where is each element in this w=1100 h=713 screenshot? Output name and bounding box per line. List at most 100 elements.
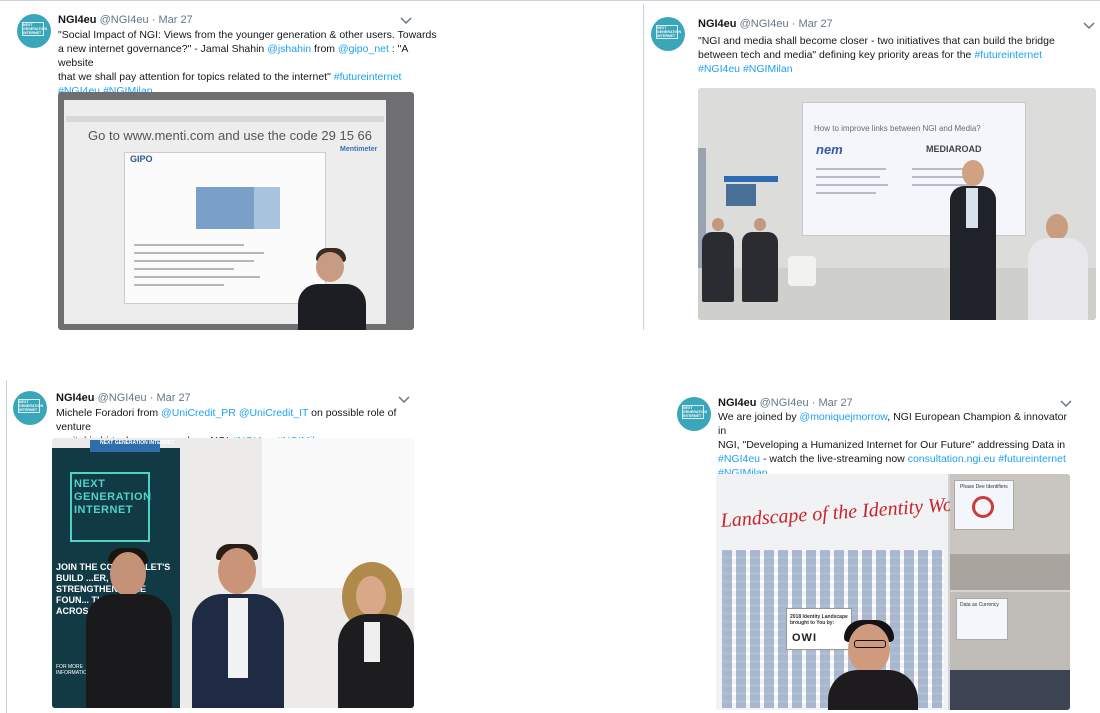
panelist-body — [86, 594, 172, 708]
tweet-text-line: that we shall pay attention for topics r… — [58, 70, 438, 84]
panelist-body — [702, 232, 734, 302]
slide-text-line — [816, 192, 876, 194]
browser-bar — [66, 116, 384, 122]
tweet-text-segment: - watch the live-streaming now — [760, 453, 908, 465]
tweet-text-line: Michele Foradori from @UniCredit_PR @Uni… — [56, 406, 426, 434]
header-separator: · — [788, 18, 799, 30]
page-graphic — [196, 187, 254, 229]
slide-text-line — [816, 184, 888, 186]
speaker-body — [298, 284, 366, 330]
tweet-text-line: NGI, "Developing a Humanized Internet fo… — [718, 438, 1068, 452]
avatar-logo-text: NEXT GENERATION INTERNET — [683, 406, 708, 418]
panelist-head — [356, 576, 386, 616]
tweet-link[interactable]: @UniCredit_PR — [161, 407, 236, 419]
page-text-line — [134, 268, 234, 270]
author-name[interactable]: NGI4eu — [698, 18, 737, 30]
room-audience — [950, 554, 1070, 590]
tweet-photo[interactable]: How to improve links between NGI and Med… — [698, 88, 1096, 320]
author-handle[interactable]: @NGI4eu — [740, 18, 789, 30]
avatar[interactable]: NEXT GENERATION INTERNET — [651, 17, 685, 51]
tweet-text-line: between tech and media" defining key pri… — [698, 48, 1088, 62]
tweet-link[interactable]: #NGI4eu — [718, 453, 760, 465]
avatar[interactable]: NEXT GENERATION INTERNET — [13, 391, 47, 425]
tweet-text-line: We are joined by @moniquejmorrow, NGI Eu… — [718, 410, 1068, 438]
tweet-header: NGI4eu @NGI4eu · Mar 27 — [718, 397, 853, 409]
tweet-text-segment: We are joined by — [718, 411, 800, 423]
tweet-link[interactable]: #futureinternet — [998, 453, 1066, 465]
tweet-text: "Social Impact of NGI: Views from the yo… — [58, 28, 438, 98]
tweet-link[interactable]: @jshahin — [267, 43, 311, 55]
author-name[interactable]: NGI4eu — [58, 14, 97, 26]
page-text-line — [134, 244, 244, 246]
tweet-link[interactable]: consultation.ngi.eu — [908, 453, 996, 465]
tweet-text-segment: NGI, "Developing a Humanized Internet fo… — [718, 439, 1066, 451]
author-handle[interactable]: @NGI4eu — [760, 397, 809, 409]
page-text-line — [134, 284, 224, 286]
owi-logo: OWI — [792, 632, 817, 644]
panelist-head — [110, 552, 146, 596]
tweet-text: "NGI and media shall become closer - two… — [698, 34, 1088, 76]
header-separator: · — [146, 392, 157, 404]
attendee-head — [1046, 214, 1068, 240]
tweet-link[interactable]: #futureinternet — [974, 49, 1042, 61]
avatar-logo-text: NEXT GENERATION INTERNET — [23, 23, 48, 35]
author-handle[interactable]: @NGI4eu — [98, 392, 147, 404]
tweet-link[interactable]: @gipo_net — [338, 43, 389, 55]
stage-chair — [788, 256, 816, 286]
tweet-link[interactable]: #NGI4eu #NGIMilan — [698, 63, 793, 75]
tweet-text-line: #NGI4eu - watch the live-streaming now c… — [718, 452, 1068, 466]
slide-text-line — [912, 176, 968, 178]
gipo-logo: GIPO — [130, 154, 153, 164]
page-text-line — [134, 260, 254, 262]
tweet-link[interactable]: #futureinternet — [334, 71, 402, 83]
stage-banner — [724, 176, 778, 182]
tweet-link[interactable]: @moniquejmorrow — [800, 411, 888, 423]
avatar[interactable]: NEXT GENERATION INTERNET — [677, 397, 711, 431]
speaker-head — [316, 252, 344, 282]
author-handle[interactable]: @NGI4eu — [100, 14, 149, 26]
avatar-logo-text: NEXT GENERATION INTERNET — [19, 400, 44, 412]
speaker-head — [962, 160, 984, 186]
tweet-text-segment: "NGI and media shall become closer - two… — [698, 35, 1055, 47]
author-name[interactable]: NGI4eu — [56, 392, 95, 404]
tweet-date[interactable]: Mar 27 — [818, 397, 852, 409]
tweet-date[interactable]: Mar 27 — [156, 392, 190, 404]
speaker-glasses — [854, 640, 886, 648]
tweet-text-segment: a new internet governance?" - Jamal Shah… — [58, 43, 268, 55]
tweet-text-segment: between tech and media" defining key pri… — [698, 49, 975, 61]
speaker-body — [828, 670, 918, 710]
speaker-shirt — [966, 188, 978, 228]
room-audience — [950, 670, 1070, 710]
avatar[interactable]: NEXT GENERATION INTERNET — [17, 14, 51, 48]
tweet-photo[interactable]: NEXT GENERATION INTERNET NEXT GENERATION… — [52, 438, 414, 708]
tweet-photo[interactable]: Landscape of the Identity World 2018 Ide… — [716, 474, 1070, 710]
tweet-text-segment: Michele Foradori from — [56, 407, 162, 419]
mediaroad-logo: MEDIAROAD — [926, 144, 982, 154]
nem-logo: nem — [816, 142, 843, 157]
tweet-date[interactable]: Mar 27 — [158, 14, 192, 26]
avatar-logo-text: NEXT GENERATION INTERNET — [657, 26, 682, 38]
tweet-text-line: "Social Impact of NGI: Views from the yo… — [58, 28, 438, 42]
tweet-link[interactable]: @UniCredit_IT — [239, 407, 308, 419]
slide-title: How to improve links between NGI and Med… — [814, 124, 981, 133]
panelist-head — [754, 218, 766, 231]
tweet-date[interactable]: Mar 27 — [798, 18, 832, 30]
tweet-text-line: "NGI and media shall become closer - two… — [698, 34, 1088, 48]
page-text-line — [134, 252, 264, 254]
stage-banner — [726, 184, 756, 206]
page-text-line — [134, 276, 260, 278]
page-graphic — [254, 187, 280, 229]
tweet-text-line: #NGI4eu #NGIMilan — [698, 62, 1088, 76]
chevron-down-icon[interactable] — [1083, 22, 1097, 34]
panelist-body — [742, 232, 778, 302]
frame-left-border — [6, 380, 7, 713]
panelist-shirt — [228, 598, 248, 678]
tweet-header: NGI4eu @NGI4eu · Mar 27 — [56, 392, 191, 404]
tweet-photo[interactable]: Go to www.menti.com and use the code 29 … — [58, 92, 414, 330]
screen-instruction-text: Go to www.menti.com and use the code 29 … — [88, 128, 373, 143]
frame-mid-divider — [643, 4, 644, 330]
frame-top-divider — [0, 0, 1100, 1]
room-window — [262, 438, 414, 588]
mentimeter-logo: Mentimeter — [340, 146, 378, 153]
author-name[interactable]: NGI4eu — [718, 397, 757, 409]
